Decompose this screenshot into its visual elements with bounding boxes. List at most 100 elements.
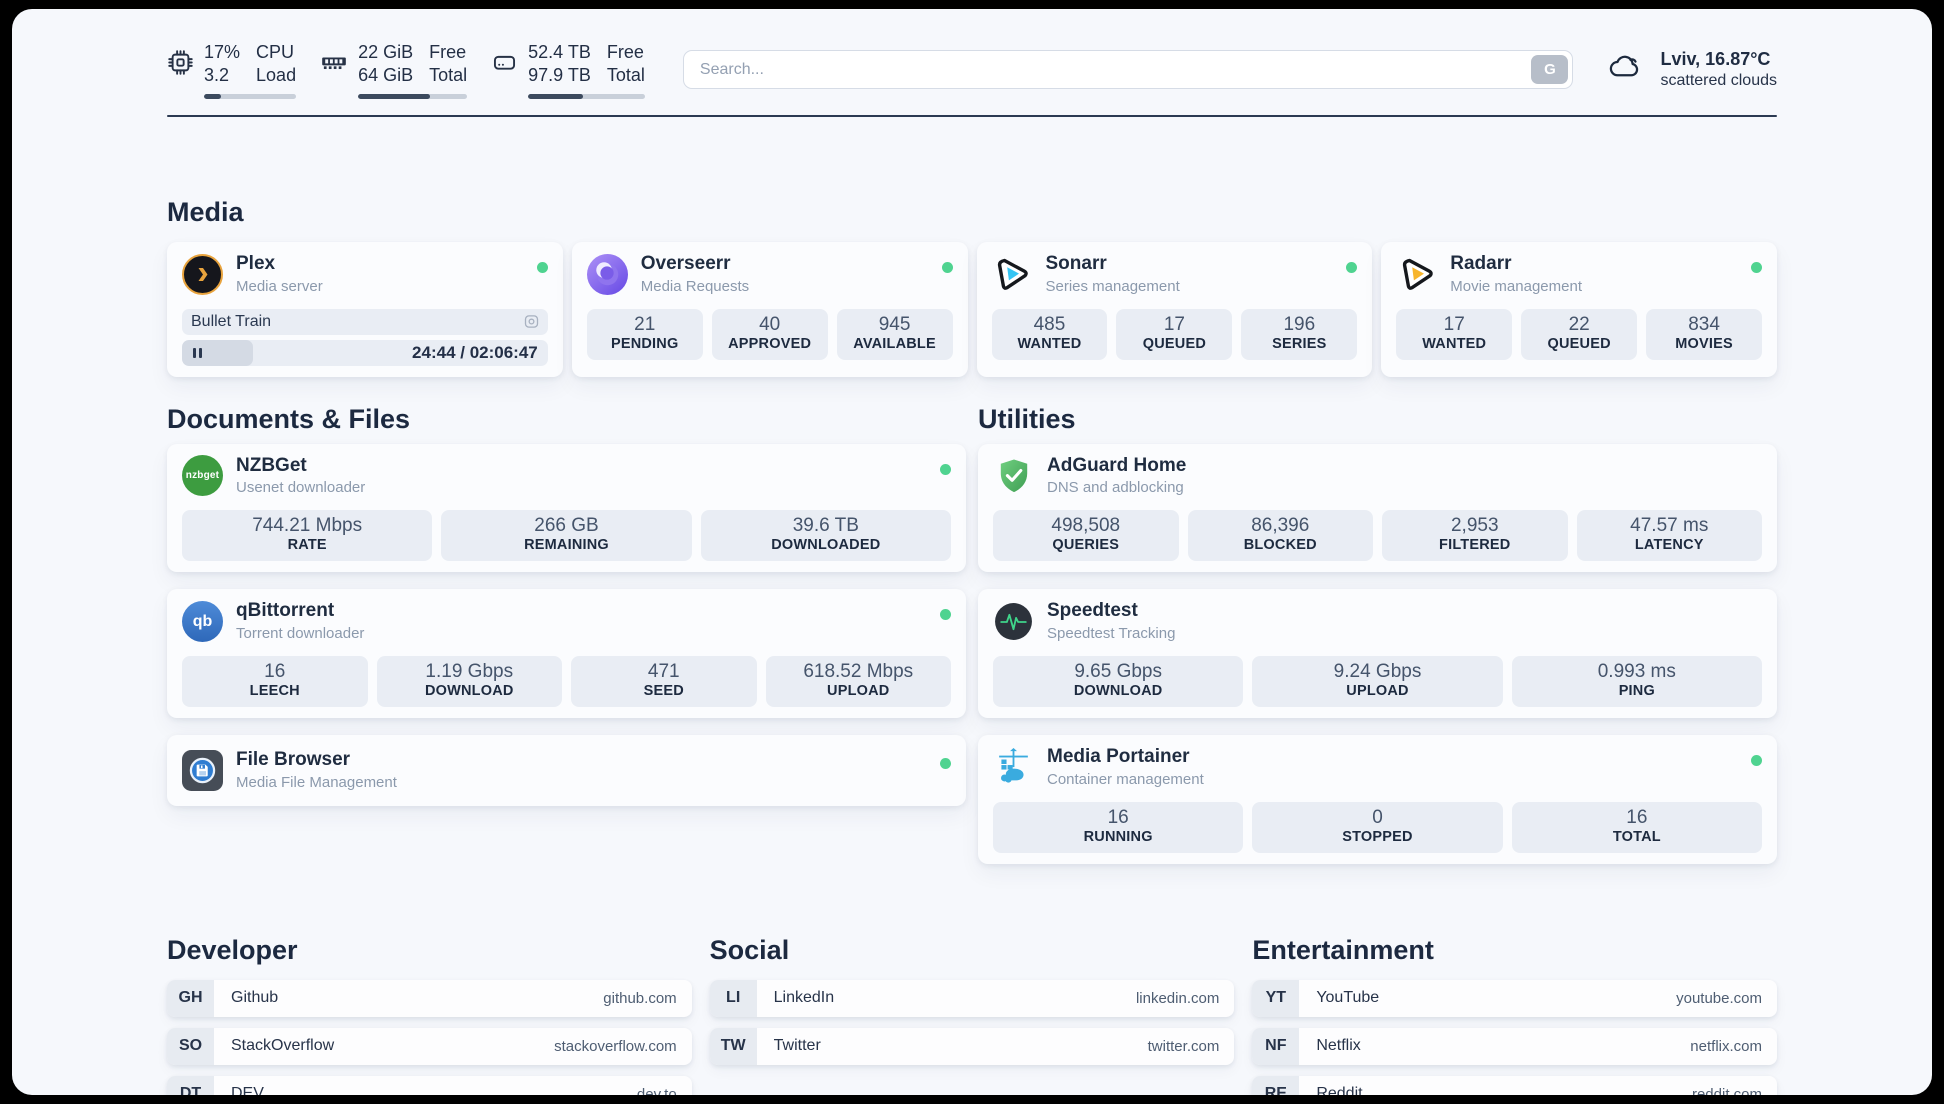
portainer-link[interactable]: Media Portainer Container management — [993, 746, 1762, 789]
sonarr-link[interactable]: Sonarr Series management — [992, 253, 1358, 296]
status-indicator — [1751, 261, 1762, 273]
sonarr-stats: 485 WANTED 17 QUEUED 196 SERIES — [991, 308, 1358, 360]
adguard-link[interactable]: AdGuard Home DNS and adblocking — [993, 455, 1762, 498]
weather-location: Lviv, 16.87°C — [1660, 48, 1771, 69]
service-description: Torrent downloader — [236, 625, 365, 643]
ram-progress-track — [358, 93, 468, 99]
weather-condition: scattered clouds — [1660, 72, 1777, 90]
radarr-stats: 17 WANTED 22 QUEUED 834 MOVIES — [1396, 308, 1763, 360]
stat-value: 834 — [1688, 313, 1720, 335]
radarr-card: Radarr Movie management 17 WANTED 22 QUE… — [1381, 241, 1777, 377]
stat-box: 945 AVAILABLE — [836, 308, 953, 360]
stat-box: 17 QUEUED — [1116, 308, 1233, 360]
bookmark-dev[interactable]: DT DEV dev.to — [167, 1075, 692, 1095]
stat-label: AVAILABLE — [853, 335, 936, 352]
stat-label: RATE — [287, 537, 327, 554]
plex-link[interactable]: Plex Media server — [182, 253, 548, 296]
bookmark-netflix[interactable]: NF Netflix netflix.com — [1252, 1027, 1777, 1065]
service-description: Speedtest Tracking — [1047, 625, 1176, 643]
stat-box: 196 SERIES — [1241, 308, 1358, 360]
nzbget-stats: 744.21 Mbps RATE 266 GB REMAINING 39.6 T… — [182, 510, 951, 562]
search-go-button[interactable]: G — [1531, 55, 1569, 85]
bookmark-name: Netflix — [1316, 1037, 1361, 1055]
service-description: Movie management — [1450, 277, 1582, 295]
stat-value: 1.19 Gbps — [425, 661, 514, 683]
service-name: AdGuard Home — [1047, 454, 1187, 476]
stat-box: 22 QUEUED — [1521, 308, 1638, 360]
bookmark-badge: LI — [709, 979, 757, 1017]
stat-value: 39.6 TB — [792, 515, 859, 537]
bookmark-linkedin[interactable]: LI LinkedIn linkedin.com — [709, 979, 1235, 1017]
bookmark-name: StackOverflow — [231, 1037, 335, 1055]
disk-total-label: Total — [606, 65, 645, 86]
service-description: Container management — [1047, 770, 1204, 788]
service-description: Media Requests — [640, 277, 750, 295]
cloud-icon — [1603, 49, 1647, 90]
bookmark-github[interactable]: GH Github github.com — [167, 979, 692, 1017]
stat-label: LEECH — [249, 683, 300, 700]
stat-label: QUERIES — [1052, 537, 1120, 554]
search-input[interactable] — [682, 50, 1574, 90]
stat-box: 39.6 TB DOWNLOADED — [700, 510, 951, 562]
qbittorrent-link[interactable]: qb qBittorrent Torrent downloader — [182, 600, 951, 643]
section-title-documents: Documents & Files — [167, 403, 411, 434]
service-description: Media server — [236, 277, 323, 295]
overseerr-link[interactable]: Overseerr Media Requests — [586, 253, 953, 296]
bookmark-twitter[interactable]: TW Twitter twitter.com — [709, 1027, 1235, 1065]
stat-label: FILTERED — [1439, 537, 1511, 554]
bookmark-name: LinkedIn — [773, 989, 835, 1007]
section-title-social: Social — [709, 934, 790, 965]
stat-label: RUNNING — [1083, 828, 1153, 845]
stat-label: UPLOAD — [1346, 683, 1409, 700]
weather-widget: Lviv, 16.87°C scattered clouds — [1603, 48, 1777, 92]
stat-label: DOWNLOAD — [424, 683, 514, 700]
search-bar: G — [682, 50, 1574, 90]
service-name: qBittorrent — [236, 600, 335, 622]
bookmark-url: stackoverflow.com — [554, 1037, 677, 1055]
bookmark-name: Twitter — [773, 1037, 821, 1055]
stat-label: LATENCY — [1634, 537, 1704, 554]
service-description: Media File Management — [236, 773, 397, 791]
disk-icon — [491, 49, 518, 99]
status-indicator — [536, 261, 548, 273]
stat-value: 22 — [1568, 313, 1590, 335]
nzbget-link[interactable]: nzbget NZBGet Usenet downloader — [182, 455, 951, 498]
pause-icon[interactable] — [193, 347, 202, 358]
section-title-entertainment: Entertainment — [1252, 934, 1434, 965]
speedtest-stats: 9.65 Gbps DOWNLOAD 9.24 Gbps UPLOAD 0.99… — [993, 656, 1762, 708]
stat-value: 16 — [1107, 806, 1129, 828]
stat-label: BLOCKED — [1243, 537, 1317, 554]
filebrowser-icon — [182, 750, 223, 792]
speedtest-link[interactable]: Speedtest Speedtest Tracking — [993, 600, 1762, 643]
stat-value: 21 — [634, 313, 656, 335]
bookmark-url: twitter.com — [1147, 1037, 1220, 1055]
portainer-stats: 16 RUNNING 0 STOPPED 16 TOTAL — [993, 801, 1762, 853]
portainer-card: Media Portainer Container management 16 … — [978, 735, 1777, 864]
speedtest-icon — [993, 601, 1034, 642]
stat-value: 196 — [1283, 313, 1316, 335]
stat-label: WANTED — [1422, 335, 1487, 352]
plex-icon — [182, 253, 223, 295]
speedtest-card: Speedtest Speedtest Tracking 9.65 Gbps D… — [978, 589, 1777, 719]
ram-total-label: Total — [429, 65, 468, 86]
stat-label: STOPPED — [1342, 828, 1413, 845]
bookmark-badge: SO — [167, 1027, 214, 1065]
bookmark-reddit[interactable]: RE Reddit reddit.com — [1252, 1075, 1777, 1095]
overseerr-icon — [586, 253, 628, 295]
bookmark-url: dev.to — [636, 1085, 677, 1095]
stat-value: 2,953 — [1450, 515, 1499, 537]
bookmark-youtube[interactable]: YT YouTube youtube.com — [1252, 979, 1777, 1017]
bookmark-stackoverflow[interactable]: SO StackOverflow stackoverflow.com — [167, 1027, 692, 1065]
adguard-icon — [993, 455, 1034, 496]
stat-value: 47.57 ms — [1630, 515, 1709, 537]
qbittorrent-card: qb qBittorrent Torrent downloader 16 LEE… — [167, 589, 966, 719]
filebrowser-link[interactable]: File Browser Media File Management — [182, 749, 951, 792]
stat-box: 16 LEECH — [182, 656, 368, 708]
radarr-link[interactable]: Radarr Movie management — [1396, 253, 1762, 296]
section-title-developer: Developer — [167, 934, 298, 965]
bookmark-badge: NF — [1252, 1027, 1300, 1065]
stat-box: 86,396 BLOCKED — [1187, 510, 1373, 562]
stat-label: PENDING — [610, 335, 679, 352]
stat-value: 0 — [1372, 806, 1383, 828]
stat-box: 16 RUNNING — [993, 801, 1244, 853]
